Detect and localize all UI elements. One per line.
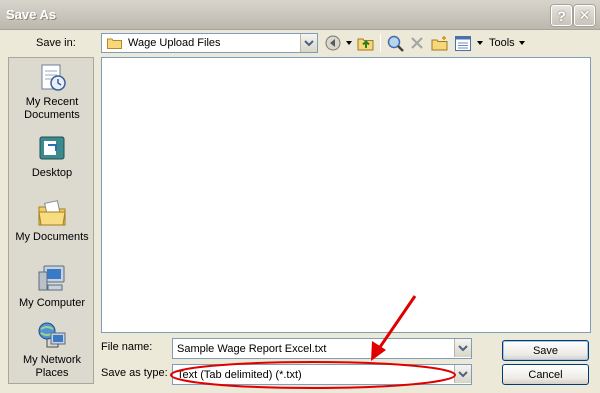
recent-documents-icon — [41, 64, 66, 91]
chevron-down-icon — [477, 41, 483, 45]
my-computer-icon — [38, 265, 65, 291]
window-title: Save As — [6, 7, 57, 22]
place-label: Desktop — [31, 167, 73, 179]
views-icon — [455, 35, 471, 51]
place-desktop[interactable]: Desktop — [9, 134, 95, 180]
network-places-icon — [38, 322, 66, 348]
up-one-level-button[interactable] — [357, 34, 375, 52]
back-icon — [325, 35, 341, 51]
chevron-down-icon — [304, 40, 314, 47]
file-name-input[interactable]: Sample Wage Report Excel.txt — [172, 338, 472, 359]
place-label: My Recent Documents — [24, 96, 80, 121]
new-folder-button[interactable] — [431, 34, 449, 52]
tools-menu-label: Tools — [489, 37, 515, 49]
chevron-down-icon — [458, 345, 468, 352]
chevron-down-icon — [458, 371, 468, 378]
place-my-recent-documents[interactable]: My Recent Documents — [9, 63, 95, 122]
file-name-value: Sample Wage Report Excel.txt — [177, 343, 327, 355]
save-in-dropdown[interactable]: Wage Upload Files — [101, 33, 318, 53]
delete-button[interactable] — [410, 34, 424, 52]
my-documents-icon — [38, 200, 66, 226]
tools-menu[interactable]: Tools — [489, 34, 526, 52]
save-as-type-value: Text (Tab delimited) (*.txt) — [177, 369, 302, 381]
file-name-label: File name: — [101, 341, 153, 353]
file-name-dropdown-button[interactable] — [454, 339, 471, 357]
place-my-computer[interactable]: My Computer — [9, 264, 95, 310]
chevron-down-icon — [518, 41, 525, 45]
desktop-icon — [39, 136, 65, 160]
close-button[interactable]: ✕ — [574, 5, 595, 26]
up-folder-icon — [357, 38, 374, 51]
search-web-button[interactable] — [387, 34, 404, 52]
place-label: My Network Places — [22, 354, 82, 379]
save-as-type-label: Save as type: — [101, 367, 168, 379]
chevron-down-icon — [346, 41, 352, 45]
toolbar-separator — [380, 34, 381, 52]
file-list[interactable] — [101, 57, 591, 333]
new-folder-icon — [431, 36, 448, 51]
search-globe-icon — [387, 35, 404, 52]
delete-icon — [411, 37, 423, 49]
place-label: My Computer — [18, 297, 86, 309]
place-label: My Documents — [15, 231, 89, 243]
views-button[interactable] — [455, 34, 484, 52]
save-in-label: Save in: — [36, 37, 76, 49]
place-my-documents[interactable]: My Documents — [9, 198, 95, 244]
save-in-value: Wage Upload Files — [128, 37, 221, 49]
help-button[interactable]: ? — [551, 5, 572, 26]
save-as-type-dropdown[interactable]: Text (Tab delimited) (*.txt) — [172, 364, 472, 385]
title-bar: Save As ? ✕ — [0, 0, 600, 30]
place-my-network-places[interactable]: My Network Places — [9, 321, 95, 380]
save-button[interactable]: Save — [502, 340, 589, 361]
places-bar: My Recent Documents Desktop My Documents… — [8, 57, 94, 384]
cancel-button[interactable]: Cancel — [502, 364, 589, 385]
save-as-type-dropdown-button[interactable] — [454, 365, 471, 383]
save-in-dropdown-button[interactable] — [300, 34, 317, 52]
back-button[interactable] — [325, 34, 353, 52]
folder-icon — [107, 38, 122, 49]
